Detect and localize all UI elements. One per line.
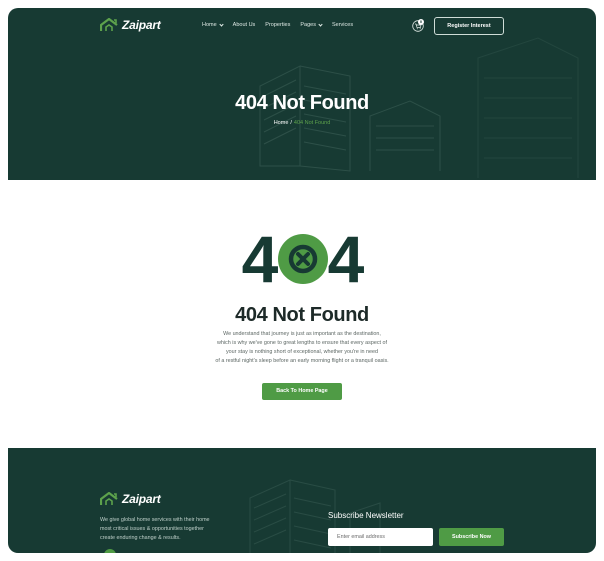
register-interest-button[interactable]: Register Interest xyxy=(434,17,504,35)
breadcrumb-home-link[interactable]: Home xyxy=(274,120,289,126)
page-title: 404 Not Found xyxy=(235,92,369,114)
error-title: 404 Not Found xyxy=(235,304,369,326)
logo-text: Zaipart xyxy=(122,18,161,32)
description-line: of a restful night's sleep before an ear… xyxy=(215,358,389,364)
nav-item-label: Properties xyxy=(265,22,291,28)
graphic-digit-left: 4 xyxy=(242,224,279,294)
footer-logo[interactable]: Zaipart xyxy=(100,492,161,506)
footer-description: We give global home services with their … xyxy=(100,516,240,543)
house-logo-icon xyxy=(100,18,118,31)
nav-item-label: Home xyxy=(202,22,217,28)
nav-item-services[interactable]: Services xyxy=(332,22,353,28)
cart-count-badge: 0 xyxy=(418,19,424,25)
nav-item-label: Services xyxy=(331,22,354,28)
description-line: We understand that journey is just as im… xyxy=(223,331,381,337)
breadcrumb-separator: / xyxy=(290,120,292,126)
back-to-home-button[interactable]: Back To Home Page xyxy=(262,383,342,400)
404-graphic: 4 4 xyxy=(242,224,365,294)
page-frame: Zaipart Home About Us Properties Pages S… xyxy=(8,8,596,553)
graphic-digit-right: 4 xyxy=(328,224,365,294)
subscribe-button[interactable]: Subscribe Now xyxy=(439,528,504,546)
breadcrumb: Home/404 Not Found xyxy=(8,120,596,126)
footer-description-line: We give global home services with their … xyxy=(100,517,210,523)
house-logo-icon xyxy=(100,492,118,505)
error-description: We understand that journey is just as im… xyxy=(192,330,412,366)
top-nav: Zaipart Home About Us Properties Pages S… xyxy=(8,8,596,44)
hero-section: Zaipart Home About Us Properties Pages S… xyxy=(8,8,596,180)
nav-item-about-us[interactable]: About Us xyxy=(233,22,256,28)
newsletter-title: Subscribe Newsletter xyxy=(328,511,404,520)
description-line: which is why we've gone to great lengths… xyxy=(216,340,388,346)
nav-item-label: Pages xyxy=(300,22,316,28)
description-line: your stay is nothing short of exceptiona… xyxy=(225,349,379,355)
chevron-down-icon xyxy=(318,21,323,27)
nav-item-home[interactable]: Home xyxy=(202,21,224,28)
logo[interactable]: Zaipart xyxy=(100,18,161,32)
logo-text: Zaipart xyxy=(122,492,161,506)
footer-description-line: most critical issues & opportunities tog… xyxy=(100,526,204,532)
nav-item-pages[interactable]: Pages xyxy=(300,21,323,28)
footer-description-line: create enduring change & results. xyxy=(100,535,181,541)
error-section: 4 4 404 Not Found We understand that jou… xyxy=(8,180,596,448)
nav-item-properties[interactable]: Properties xyxy=(265,22,290,28)
main-menu: Home About Us Properties Pages Services xyxy=(202,21,353,28)
footer: Zaipart We give global home services wit… xyxy=(8,448,596,553)
chevron-down-icon xyxy=(219,21,224,27)
social-icon[interactable] xyxy=(104,549,116,553)
email-input[interactable] xyxy=(328,528,433,546)
nav-item-label: About Us xyxy=(232,22,256,28)
breadcrumb-current: 404 Not Found xyxy=(293,120,331,126)
